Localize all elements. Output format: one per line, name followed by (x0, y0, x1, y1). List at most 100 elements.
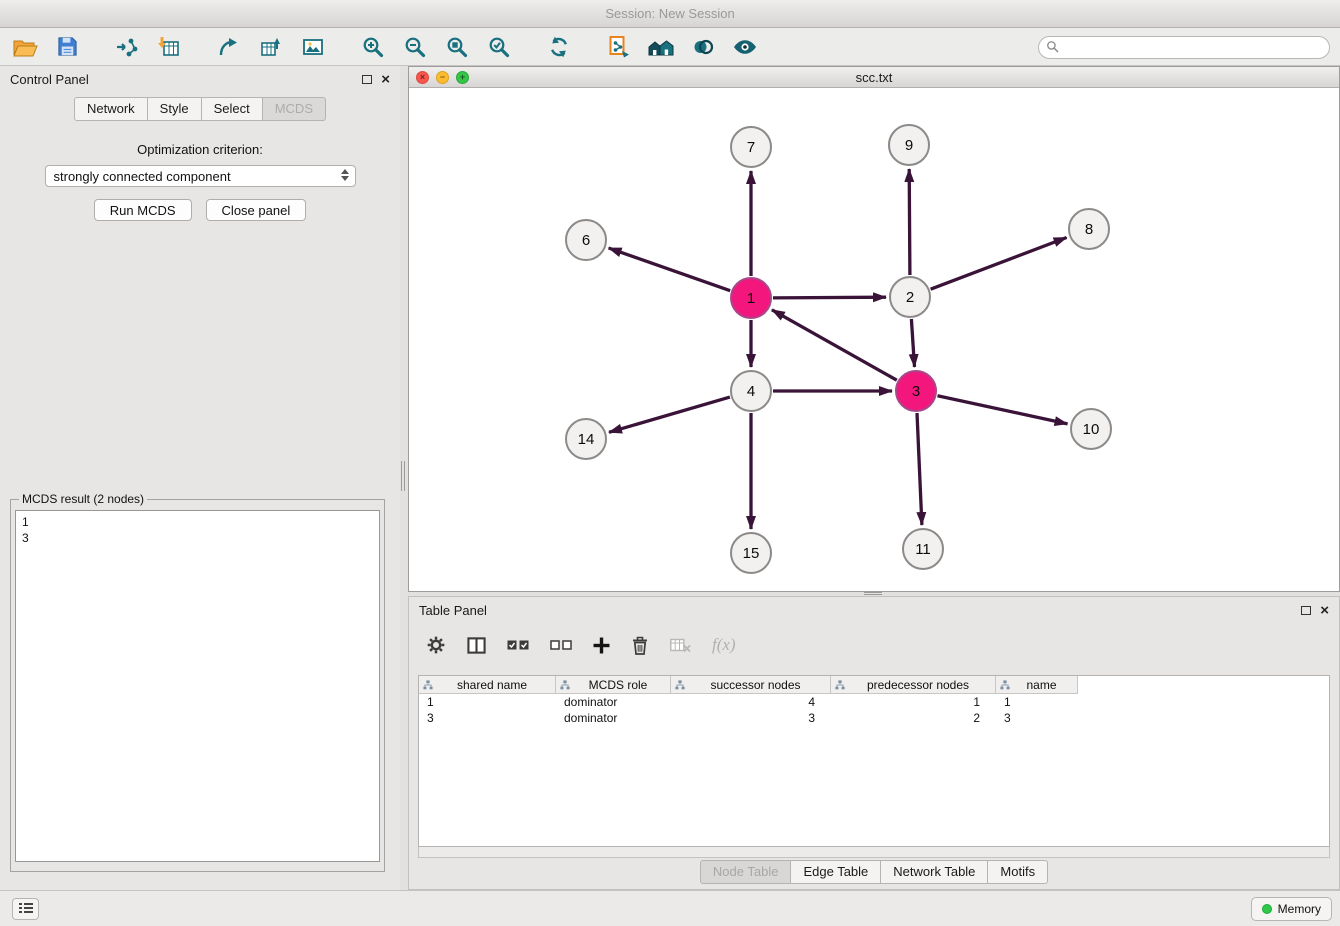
table-header: shared name MCDS role successor nodes prede… (419, 676, 1329, 694)
list-icon (19, 902, 33, 917)
main-toolbar (0, 28, 1340, 66)
column-header-predecessor-nodes[interactable]: predecessor nodes (831, 676, 996, 694)
add-column-icon[interactable] (593, 637, 610, 654)
search-box[interactable] (1038, 36, 1330, 59)
settings-gear-icon[interactable] (426, 635, 446, 655)
node-3[interactable]: 3 (895, 370, 937, 412)
export-network-icon[interactable] (214, 32, 244, 62)
zoom-in-icon[interactable] (358, 32, 388, 62)
node-table: shared name MCDS role successor nodes prede… (418, 675, 1330, 847)
column-label: MCDS role (570, 678, 666, 692)
memory-status-icon (1262, 904, 1272, 914)
tab-node-table[interactable]: Node Table (700, 860, 792, 884)
deselect-all-icon[interactable] (550, 638, 572, 652)
mcds-result-box: MCDS result (2 nodes) 13 (10, 492, 385, 872)
tab-network[interactable]: Network (74, 97, 148, 121)
node-11[interactable]: 11 (902, 528, 944, 570)
float-panel-icon[interactable] (362, 75, 372, 84)
node-2[interactable]: 2 (889, 276, 931, 318)
export-image-icon[interactable] (298, 32, 328, 62)
close-table-panel-icon[interactable]: × (1320, 603, 1329, 618)
node-14[interactable]: 14 (565, 418, 607, 460)
cell-successor-nodes: 3 (671, 710, 831, 726)
column-type-icon (1000, 680, 1010, 690)
memory-button[interactable]: Memory (1251, 897, 1332, 921)
column-type-icon (675, 680, 685, 690)
cell-name: 1 (996, 694, 1078, 710)
column-label: successor nodes (685, 678, 826, 692)
window-titlebar: Session: New Session (0, 0, 1340, 28)
optimization-select[interactable]: strongly connected component (45, 165, 356, 187)
table-row[interactable]: 3dominator323 (419, 710, 1329, 726)
cell-name: 3 (996, 710, 1078, 726)
network-canvas[interactable]: 7 9 6 8 1 2 4 3 14 10 15 11 (409, 88, 1339, 591)
tab-style[interactable]: Style (148, 97, 202, 121)
node-6[interactable]: 6 (565, 219, 607, 261)
network-window-titlebar: × − + scc.txt (409, 67, 1339, 88)
node-8[interactable]: 8 (1068, 208, 1110, 250)
function-builder-icon[interactable]: f(x) (712, 635, 736, 655)
show-panels-button[interactable] (12, 898, 39, 920)
open-session-icon[interactable] (10, 32, 40, 62)
apply-layout-icon[interactable] (544, 32, 574, 62)
minimize-window-button[interactable]: − (436, 71, 449, 84)
column-header-mcds-role[interactable]: MCDS role (556, 676, 671, 694)
node-10[interactable]: 10 (1070, 408, 1112, 450)
new-network-from-selection-icon[interactable] (604, 32, 634, 62)
run-mcds-button[interactable]: Run MCDS (94, 199, 192, 221)
table-scrollbar[interactable] (418, 847, 1330, 858)
mcds-result-list[interactable]: 13 (15, 510, 380, 862)
node-1[interactable]: 1 (730, 277, 772, 319)
delete-table-icon[interactable] (670, 637, 691, 653)
result-line: 1 (22, 514, 373, 530)
column-header-successor-nodes[interactable]: successor nodes (671, 676, 831, 694)
zoom-out-icon[interactable] (400, 32, 430, 62)
column-header-shared-name[interactable]: shared name (419, 676, 556, 694)
split-panel-icon[interactable] (467, 636, 486, 655)
select-all-icon[interactable] (507, 638, 529, 652)
network-nodes: 7 9 6 8 1 2 4 3 14 10 15 11 (409, 88, 1339, 591)
node-4[interactable]: 4 (730, 370, 772, 412)
table-panel: Table Panel × f(x) shared nameMCDS roles… (408, 596, 1340, 890)
float-table-panel-icon[interactable] (1301, 606, 1311, 615)
node-7[interactable]: 7 (730, 126, 772, 168)
close-panel-button[interactable]: Close panel (206, 199, 307, 221)
status-bar: Memory (0, 890, 1340, 926)
first-neighbors-icon[interactable] (646, 32, 676, 62)
node-9[interactable]: 9 (888, 124, 930, 166)
close-window-button[interactable]: × (416, 71, 429, 84)
tab-network-table[interactable]: Network Table (881, 860, 988, 884)
save-session-icon[interactable] (52, 32, 82, 62)
export-table-icon[interactable] (256, 32, 286, 62)
column-type-icon (423, 680, 433, 690)
zoom-window-button[interactable]: + (456, 71, 469, 84)
search-input[interactable] (1064, 38, 1329, 57)
table-row[interactable]: 1dominator411 (419, 694, 1329, 710)
column-label: shared name (433, 678, 551, 692)
tab-edge-table[interactable]: Edge Table (791, 860, 881, 884)
network-window: × − + scc.txt 7 9 6 8 1 2 4 3 14 10 15 11 (408, 66, 1340, 592)
paint-style-icon[interactable] (688, 32, 718, 62)
column-label: name (1010, 678, 1073, 692)
control-panel-title: Control Panel (10, 72, 89, 87)
delete-column-icon[interactable] (631, 635, 649, 655)
zoom-selected-icon[interactable] (484, 32, 514, 62)
splitter-handle-icon (401, 461, 405, 491)
panel-splitter[interactable] (400, 66, 408, 890)
column-type-icon (560, 680, 570, 690)
cell-predecessor-nodes: 2 (831, 710, 996, 726)
zoom-fit-icon[interactable] (442, 32, 472, 62)
cell-shared-name: 3 (419, 710, 556, 726)
tab-select[interactable]: Select (202, 97, 263, 121)
import-table-icon[interactable] (154, 32, 184, 62)
table-body: 1dominator4113dominator323 (419, 694, 1329, 726)
tab-mcds[interactable]: MCDS (263, 97, 326, 121)
tab-motifs[interactable]: Motifs (988, 860, 1048, 884)
network-window-title: scc.txt (409, 70, 1339, 85)
close-panel-icon[interactable]: × (381, 72, 390, 87)
node-15[interactable]: 15 (730, 532, 772, 574)
import-network-icon[interactable] (112, 32, 142, 62)
column-header-name[interactable]: name (996, 676, 1078, 694)
toggle-graphics-icon[interactable] (730, 32, 760, 62)
optimization-label: Optimization criterion: (0, 142, 400, 157)
